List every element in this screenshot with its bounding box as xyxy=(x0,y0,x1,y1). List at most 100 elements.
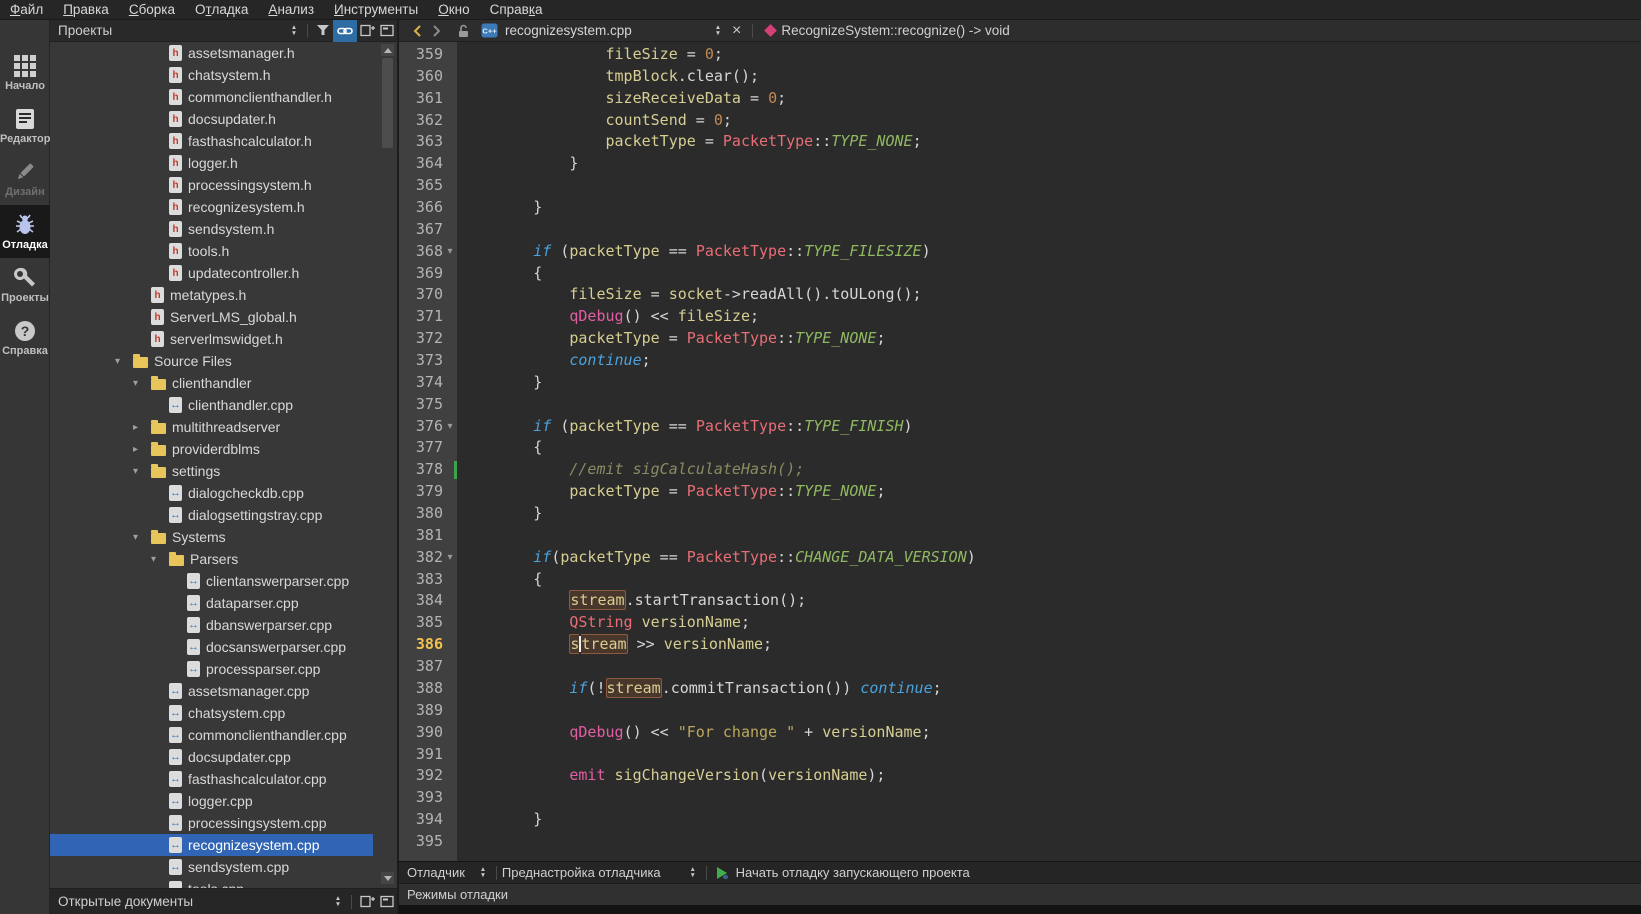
code-line[interactable]: 372 packetType = PacketType::TYPE_NONE; xyxy=(399,328,1641,350)
sidebar-item-design[interactable]: Дизайн xyxy=(0,152,50,205)
code-line[interactable]: 379 packetType = PacketType::TYPE_NONE; xyxy=(399,481,1641,503)
sidebar-item-debug[interactable]: Отладка xyxy=(0,205,50,258)
code-line[interactable]: 369 { xyxy=(399,263,1641,285)
document-updown-icon[interactable] xyxy=(710,25,726,37)
code-line[interactable]: 374 } xyxy=(399,372,1641,394)
tree-item[interactable]: ▸multithreadserver xyxy=(50,416,373,438)
code-line[interactable]: 360 tmpBlock.clear(); xyxy=(399,66,1641,88)
code-line[interactable]: 376▾ if (packetType == PacketType::TYPE_… xyxy=(399,416,1641,438)
code-line[interactable]: 371 qDebug() << fileSize; xyxy=(399,306,1641,328)
start-debug-label[interactable]: Начать отладку запускающего проекта xyxy=(736,865,970,880)
tree-item[interactable]: hchatsystem.h xyxy=(50,64,373,86)
tree-item[interactable]: hupdatecontroller.h xyxy=(50,262,373,284)
sidebar-item-home[interactable]: Начало xyxy=(0,46,50,99)
close-panel-icon[interactable] xyxy=(377,21,397,41)
expander-icon[interactable]: ▾ xyxy=(115,356,133,367)
tree-item[interactable]: ↔sendsystem.cpp xyxy=(50,856,373,878)
sync-with-editor-icon[interactable] xyxy=(333,20,357,42)
fold-marker-icon[interactable]: ▾ xyxy=(443,547,457,569)
tree-item[interactable]: hmetatypes.h xyxy=(50,284,373,306)
tree-item[interactable]: ▾settings xyxy=(50,460,373,482)
open-documents-label[interactable]: Открытые документы xyxy=(58,894,330,909)
code-line[interactable]: 393 xyxy=(399,787,1641,809)
unlock-icon[interactable] xyxy=(453,21,473,41)
code-line[interactable]: 382▾ if(packetType == PacketType::CHANGE… xyxy=(399,547,1641,569)
tree-item[interactable]: ↔dialogcheckdb.cpp xyxy=(50,482,373,504)
tree-item[interactable]: ↔logger.cpp xyxy=(50,790,373,812)
footer-split-icon[interactable] xyxy=(357,892,377,912)
filter-icon[interactable] xyxy=(313,21,333,41)
expander-icon[interactable]: ▾ xyxy=(133,532,151,543)
menu-item[interactable]: Справка xyxy=(480,0,553,19)
project-tree[interactable]: hassetsmanager.hhchatsystem.hhcommonclie… xyxy=(50,42,373,888)
tree-item[interactable]: ↔clienthandler.cpp xyxy=(50,394,373,416)
footer-close-panel-icon[interactable] xyxy=(377,892,397,912)
code-line[interactable]: 377 { xyxy=(399,437,1641,459)
tree-item[interactable]: ▾clienthandler xyxy=(50,372,373,394)
menu-item[interactable]: Правка xyxy=(53,0,119,19)
back-icon[interactable] xyxy=(407,21,427,41)
code-line[interactable]: 391 xyxy=(399,744,1641,766)
scroll-down-icon[interactable] xyxy=(381,872,394,884)
symbol-selector[interactable]: RecognizeSystem::recognize() -> void xyxy=(781,23,1009,38)
code-line[interactable]: 395 xyxy=(399,831,1641,853)
sidebar-item-editor[interactable]: Редактор xyxy=(0,99,50,152)
expander-icon[interactable]: ▾ xyxy=(133,378,151,389)
menu-item[interactable]: Анализ xyxy=(258,0,324,19)
code-line[interactable]: 378 //emit sigCalculateHash(); xyxy=(399,459,1641,481)
tree-item[interactable]: ↔dialogsettingstray.cpp xyxy=(50,504,373,526)
tree-item[interactable]: ↔dataparser.cpp xyxy=(50,592,373,614)
tree-item[interactable]: ↔processingsystem.cpp xyxy=(50,812,373,834)
code-line[interactable]: 394 } xyxy=(399,809,1641,831)
code-line[interactable]: 388 if(!stream.commitTransaction()) cont… xyxy=(399,678,1641,700)
code-line[interactable]: 361 sizeReceiveData = 0; xyxy=(399,88,1641,110)
tree-item[interactable]: ↔fasthashcalculator.cpp xyxy=(50,768,373,790)
code-line[interactable]: 390 qDebug() << "For change " + versionN… xyxy=(399,722,1641,744)
open-document-selector[interactable]: recognizesystem.cpp xyxy=(505,23,710,38)
expander-icon[interactable]: ▸ xyxy=(133,422,151,433)
code-line[interactable]: 383 { xyxy=(399,569,1641,591)
code-line[interactable]: 384 stream.startTransaction(); xyxy=(399,590,1641,612)
code-line[interactable]: 364 } xyxy=(399,153,1641,175)
scrollbar-thumb[interactable] xyxy=(382,58,393,148)
code-line[interactable]: 359 fileSize = 0; xyxy=(399,44,1641,66)
expander-icon[interactable]: ▸ xyxy=(133,444,151,455)
code-line[interactable]: 362 countSend = 0; xyxy=(399,110,1641,132)
code-line[interactable]: 389 xyxy=(399,700,1641,722)
tree-item[interactable]: ↔processparser.cpp xyxy=(50,658,373,680)
tree-item[interactable]: ↔dbanswerparser.cpp xyxy=(50,614,373,636)
debugger-selector-label[interactable]: Отладчик xyxy=(407,865,465,880)
code-line[interactable]: 363 packetType = PacketType::TYPE_NONE; xyxy=(399,131,1641,153)
tree-item[interactable]: ▾Parsers xyxy=(50,548,373,570)
code-line[interactable]: 387 xyxy=(399,656,1641,678)
code-line[interactable]: 367 xyxy=(399,219,1641,241)
menu-item[interactable]: Отладка xyxy=(185,0,258,19)
sidebar-item-projects[interactable]: Проекты xyxy=(0,258,50,311)
tree-item[interactable]: ↔chatsystem.cpp xyxy=(50,702,373,724)
code-line[interactable]: 365 xyxy=(399,175,1641,197)
tree-item[interactable]: ↔clientanswerparser.cpp xyxy=(50,570,373,592)
debugger-updown-icon[interactable] xyxy=(475,867,491,879)
tree-item[interactable]: ▾Source Files xyxy=(50,350,373,372)
tree-item[interactable]: htools.h xyxy=(50,240,373,262)
code-line[interactable]: 375 xyxy=(399,394,1641,416)
fold-marker-icon[interactable]: ▾ xyxy=(443,241,457,263)
tree-item[interactable]: ↔tools.cpp xyxy=(50,878,373,888)
code-line[interactable]: 380 } xyxy=(399,503,1641,525)
code-line[interactable]: 370 fileSize = socket->readAll().toULong… xyxy=(399,284,1641,306)
tree-item[interactable]: hsendsystem.h xyxy=(50,218,373,240)
sidebar-item-help[interactable]: ?Справка xyxy=(0,311,50,364)
tree-item[interactable]: hfasthashcalculator.h xyxy=(50,130,373,152)
menu-item[interactable]: Инструменты xyxy=(324,0,428,19)
start-debug-icon[interactable] xyxy=(712,863,732,883)
tree-item[interactable]: ↔docsupdater.cpp xyxy=(50,746,373,768)
tree-item[interactable]: ▸providerdblms xyxy=(50,438,373,460)
menu-item[interactable]: Файл xyxy=(0,0,53,19)
tree-item[interactable]: ▾Systems xyxy=(50,526,373,548)
tree-item[interactable]: hassetsmanager.h xyxy=(50,42,373,64)
tree-item[interactable]: hServerLMS_global.h xyxy=(50,306,373,328)
split-icon[interactable] xyxy=(357,21,377,41)
code-line[interactable]: 385 QString versionName; xyxy=(399,612,1641,634)
debugger-preset-label[interactable]: Преднастройка отладчика xyxy=(502,865,661,880)
footer-updown-icon[interactable] xyxy=(330,896,346,908)
